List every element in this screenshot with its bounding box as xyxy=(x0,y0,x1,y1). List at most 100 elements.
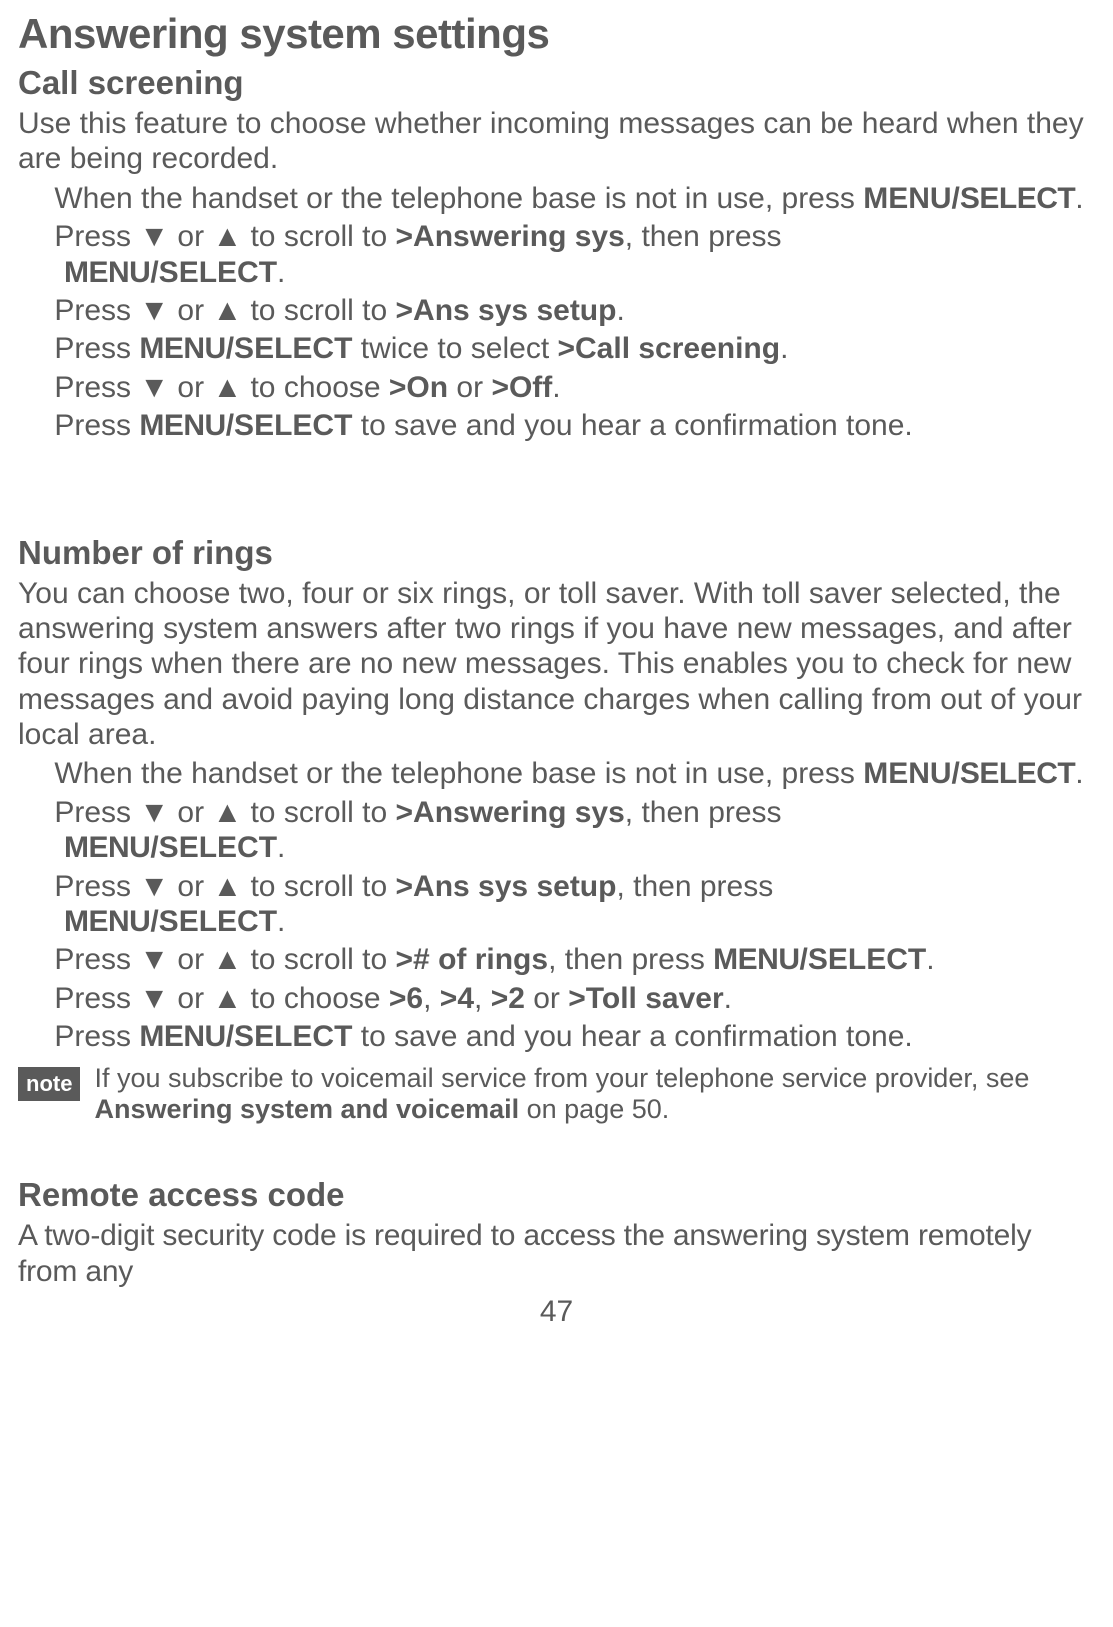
select-label: /SELECT xyxy=(150,831,277,864)
steps-number-of-rings: 1. When the handset or the telephone bas… xyxy=(18,756,1095,1054)
page-number: 47 xyxy=(18,1295,1095,1329)
step-number: 1. xyxy=(18,756,46,791)
step-text: , then press xyxy=(548,943,713,976)
step-text: When the handset or the telephone base i… xyxy=(54,757,863,790)
step-text: When the handset or the telephone base i… xyxy=(54,182,863,215)
step-text: . xyxy=(1075,182,1083,215)
step-text: . xyxy=(1075,757,1083,790)
step-text: to scroll to xyxy=(242,943,395,976)
menu-label: MENU/ xyxy=(863,757,960,790)
step-text: , then press xyxy=(616,870,773,903)
step-text: Press xyxy=(54,294,139,327)
step-text: Press xyxy=(54,1020,139,1053)
step-text: Press xyxy=(54,982,139,1015)
note-text: If you subscribe to voicemail service fr… xyxy=(94,1063,1095,1127)
step-6: 6. Press MENU/SELECT to save and you hea… xyxy=(18,408,1095,443)
select-label: SELECT xyxy=(960,182,1075,215)
step-text: . xyxy=(277,256,285,289)
section-remote-access-code: Remote access code A two-digit security … xyxy=(18,1176,1095,1289)
arrow-down-icon: ▼ xyxy=(139,371,169,404)
step-text: or xyxy=(169,796,212,829)
arrow-up-icon: ▲ xyxy=(212,796,242,829)
intro-number-of-rings: You can choose two, four or six rings, o… xyxy=(18,576,1095,753)
arrow-down-icon: ▼ xyxy=(139,943,169,976)
select-label: /SELECT xyxy=(226,1020,353,1053)
arrow-up-icon: ▲ xyxy=(212,294,242,327)
step-1: 1. When the handset or the telephone bas… xyxy=(18,756,1095,791)
step-text: or xyxy=(448,371,491,404)
step-number: 3. xyxy=(18,293,46,328)
menu-label: MENU xyxy=(64,256,150,289)
option-off: >Off xyxy=(491,371,552,404)
step-text: , xyxy=(474,982,491,1015)
step-number: 5. xyxy=(18,981,46,1016)
step-text: Press xyxy=(54,220,139,253)
select-label: /SELECT xyxy=(226,409,353,442)
arrow-down-icon: ▼ xyxy=(139,796,169,829)
menu-label: MENU xyxy=(139,409,225,442)
step-5: 5. Press ▼ or ▲ to choose >On or >Off. xyxy=(18,370,1095,405)
step-3: 3. Press ▼ or ▲ to scroll to >Ans sys se… xyxy=(18,869,1095,940)
step-4: 4. Press MENU/SELECT twice to select >Ca… xyxy=(18,331,1095,366)
step-text: Press xyxy=(54,796,139,829)
step-4: 4. Press ▼ or ▲ to scroll to ># of rings… xyxy=(18,942,1095,977)
menu-item: >Ans sys setup xyxy=(396,870,617,903)
select-label: /SELECT xyxy=(150,905,277,938)
step-3: 3. Press ▼ or ▲ to scroll to >Ans sys se… xyxy=(18,293,1095,328)
step-number: 5. xyxy=(18,370,46,405)
intro-remote-access-code: A two-digit security code is required to… xyxy=(18,1218,1095,1289)
step-text: to scroll to xyxy=(242,294,395,327)
manual-page: Answering system settings Call screening… xyxy=(0,0,1113,1329)
step-1: 1. When the handset or the telephone bas… xyxy=(18,181,1095,216)
step-text: or xyxy=(169,870,212,903)
step-text: Press xyxy=(54,332,139,365)
select-label: /SELECT xyxy=(150,256,277,289)
step-number: 3. xyxy=(18,869,46,904)
menu-item: ># of rings xyxy=(396,943,549,976)
step-text: Press xyxy=(54,943,139,976)
menu-item: >Answering sys xyxy=(396,220,625,253)
step-text: to save and you hear a confirmation tone… xyxy=(352,409,912,442)
step-text: . xyxy=(552,371,560,404)
menu-label: MENU/ xyxy=(863,182,960,215)
note-tag: note xyxy=(18,1067,80,1101)
step-text: to scroll to xyxy=(242,796,395,829)
steps-call-screening: 1. When the handset or the telephone bas… xyxy=(18,181,1095,444)
step-text: or xyxy=(169,371,212,404)
section-number-of-rings: Number of rings You can choose two, four… xyxy=(18,534,1095,1127)
step-text: to scroll to xyxy=(242,870,395,903)
menu-item: >Ans sys setup xyxy=(396,294,617,327)
step-text: or xyxy=(169,220,212,253)
step-text: . xyxy=(277,905,285,938)
note-part: on page 50. xyxy=(519,1094,669,1124)
step-text: . xyxy=(926,943,934,976)
step-2: 2. Press ▼ or ▲ to scroll to >Answering … xyxy=(18,795,1095,866)
arrow-up-icon: ▲ xyxy=(212,371,242,404)
heading-number-of-rings: Number of rings xyxy=(18,534,1095,572)
step-text: , then press xyxy=(625,796,782,829)
step-number: 4. xyxy=(18,942,46,977)
step-number: 6. xyxy=(18,1019,46,1054)
step-number: 6. xyxy=(18,408,46,443)
menu-item: >Answering sys xyxy=(396,796,625,829)
step-5: 5. Press ▼ or ▲ to choose >6, >4, >2 or … xyxy=(18,981,1095,1016)
step-number: 2. xyxy=(18,219,46,254)
select-label: /SELECT xyxy=(800,943,927,976)
arrow-down-icon: ▼ xyxy=(139,870,169,903)
step-text: to scroll to xyxy=(242,220,395,253)
option-4: >4 xyxy=(440,982,474,1015)
step-text: , then press xyxy=(625,220,782,253)
step-text: , xyxy=(423,982,440,1015)
step-text: . xyxy=(780,332,788,365)
arrow-up-icon: ▲ xyxy=(212,943,242,976)
step-text: or xyxy=(169,294,212,327)
menu-label: MENU xyxy=(64,905,150,938)
arrow-down-icon: ▼ xyxy=(139,294,169,327)
note-part: If you subscribe to voicemail service fr… xyxy=(94,1063,1029,1093)
arrow-up-icon: ▲ xyxy=(212,982,242,1015)
step-text: twice to select xyxy=(352,332,557,365)
intro-call-screening: Use this feature to choose whether incom… xyxy=(18,106,1095,177)
option-on: >On xyxy=(389,371,448,404)
menu-label: MENU xyxy=(139,1020,225,1053)
step-6: 6. Press MENU/SELECT to save and you hea… xyxy=(18,1019,1095,1054)
